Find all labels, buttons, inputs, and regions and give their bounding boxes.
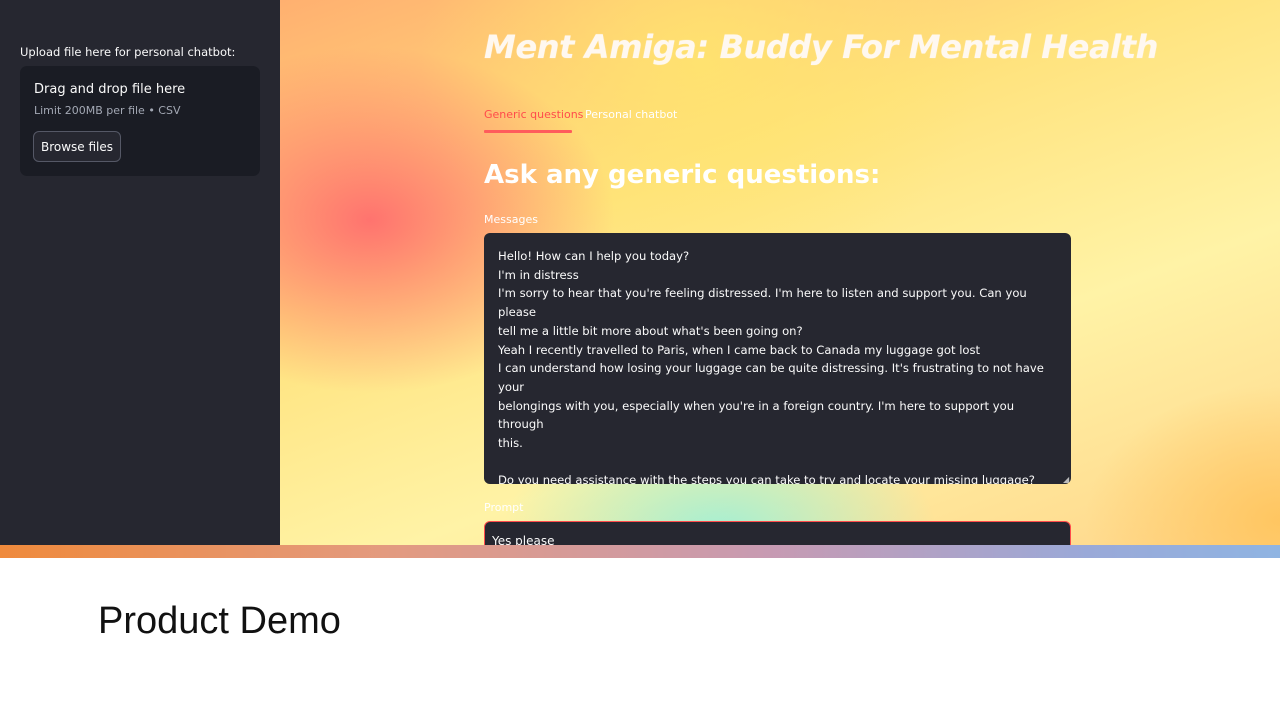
active-tab-indicator (484, 130, 572, 133)
messages-content: Hello! How can I help you today? I'm in d… (498, 247, 1058, 484)
message-line: tell me a little bit more about what's b… (498, 323, 803, 338)
app-title: Ment Amiga: Buddy For Mental Health (484, 28, 1159, 66)
message-line: I'm in distress (498, 267, 579, 282)
app-screenshot: Upload file here for personal chatbot: D… (0, 0, 1280, 545)
message-line: I'm sorry to hear that you're feeling di… (498, 286, 1031, 320)
dropzone-limit: Limit 200MB per file • CSV (34, 104, 181, 117)
sidebar: Upload file here for personal chatbot: D… (0, 0, 280, 545)
message-line: Yeah I recently travelled to Paris, when… (498, 342, 981, 357)
resize-handle-icon[interactable]: ◢ (1063, 476, 1069, 484)
message-line: I can understand how losing your luggage… (498, 361, 1048, 394)
tab-generic-questions[interactable]: Generic questions (484, 108, 583, 121)
message-line: Do you need assistance with the steps yo… (498, 473, 1035, 484)
message-line: Hello! How can I help you today? (498, 249, 690, 263)
messages-label: Messages (484, 213, 538, 226)
message-line: this. (498, 436, 523, 451)
dropzone-title: Drag and drop file here (34, 82, 186, 97)
tab-personal-chatbot[interactable]: Personal chatbot (585, 108, 677, 121)
prompt-label: Prompt (484, 501, 524, 514)
slide-accent-bar (0, 545, 1280, 558)
section-heading: Ask any generic questions: (484, 160, 881, 190)
browse-files-button[interactable]: Browse files (33, 131, 121, 162)
messages-textarea[interactable]: Hello! How can I help you today? I'm in d… (484, 233, 1071, 484)
tab-bar: Generic questions Personal chatbot (484, 106, 1084, 134)
prompt-input[interactable] (484, 521, 1071, 545)
main-content: Ment Amiga: Buddy For Mental Health Gene… (280, 0, 1280, 545)
upload-label: Upload file here for personal chatbot: (20, 45, 236, 59)
file-dropzone[interactable]: Drag and drop file here Limit 200MB per … (20, 66, 260, 176)
slide-title: Product Demo (98, 600, 341, 642)
message-line (498, 453, 1058, 472)
message-line: belongings with you, especially when you… (498, 398, 1018, 432)
